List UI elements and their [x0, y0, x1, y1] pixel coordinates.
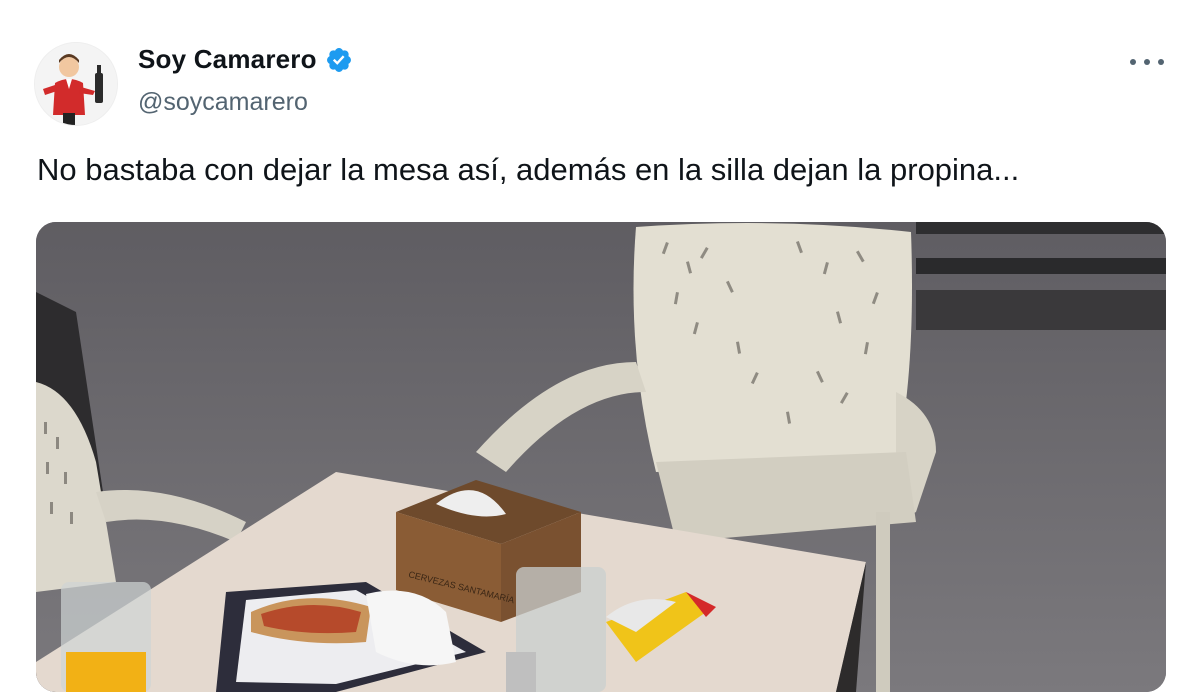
- more-options-icon: [1130, 59, 1136, 65]
- more-options-button[interactable]: [1130, 52, 1164, 72]
- tweet-card: Soy Camarero @soycamarero No bastaba con…: [0, 0, 1200, 692]
- author-avatar[interactable]: [34, 42, 118, 126]
- tweet-photo[interactable]: CERVEZAS SANTAMARÍA: [36, 222, 1166, 692]
- tweet-text: No bastaba con dejar la mesa así, además…: [37, 152, 1020, 187]
- verified-badge-icon: [326, 47, 351, 72]
- restaurant-table-photo: CERVEZAS SANTAMARÍA: [36, 222, 1166, 692]
- waiter-avatar-icon: [35, 43, 117, 125]
- more-options-icon: [1144, 59, 1150, 65]
- author-display-name[interactable]: Soy Camarero: [138, 44, 317, 75]
- author-handle[interactable]: @soycamarero: [138, 88, 308, 117]
- author-name-row[interactable]: Soy Camarero: [138, 44, 353, 75]
- more-options-icon: [1158, 59, 1164, 65]
